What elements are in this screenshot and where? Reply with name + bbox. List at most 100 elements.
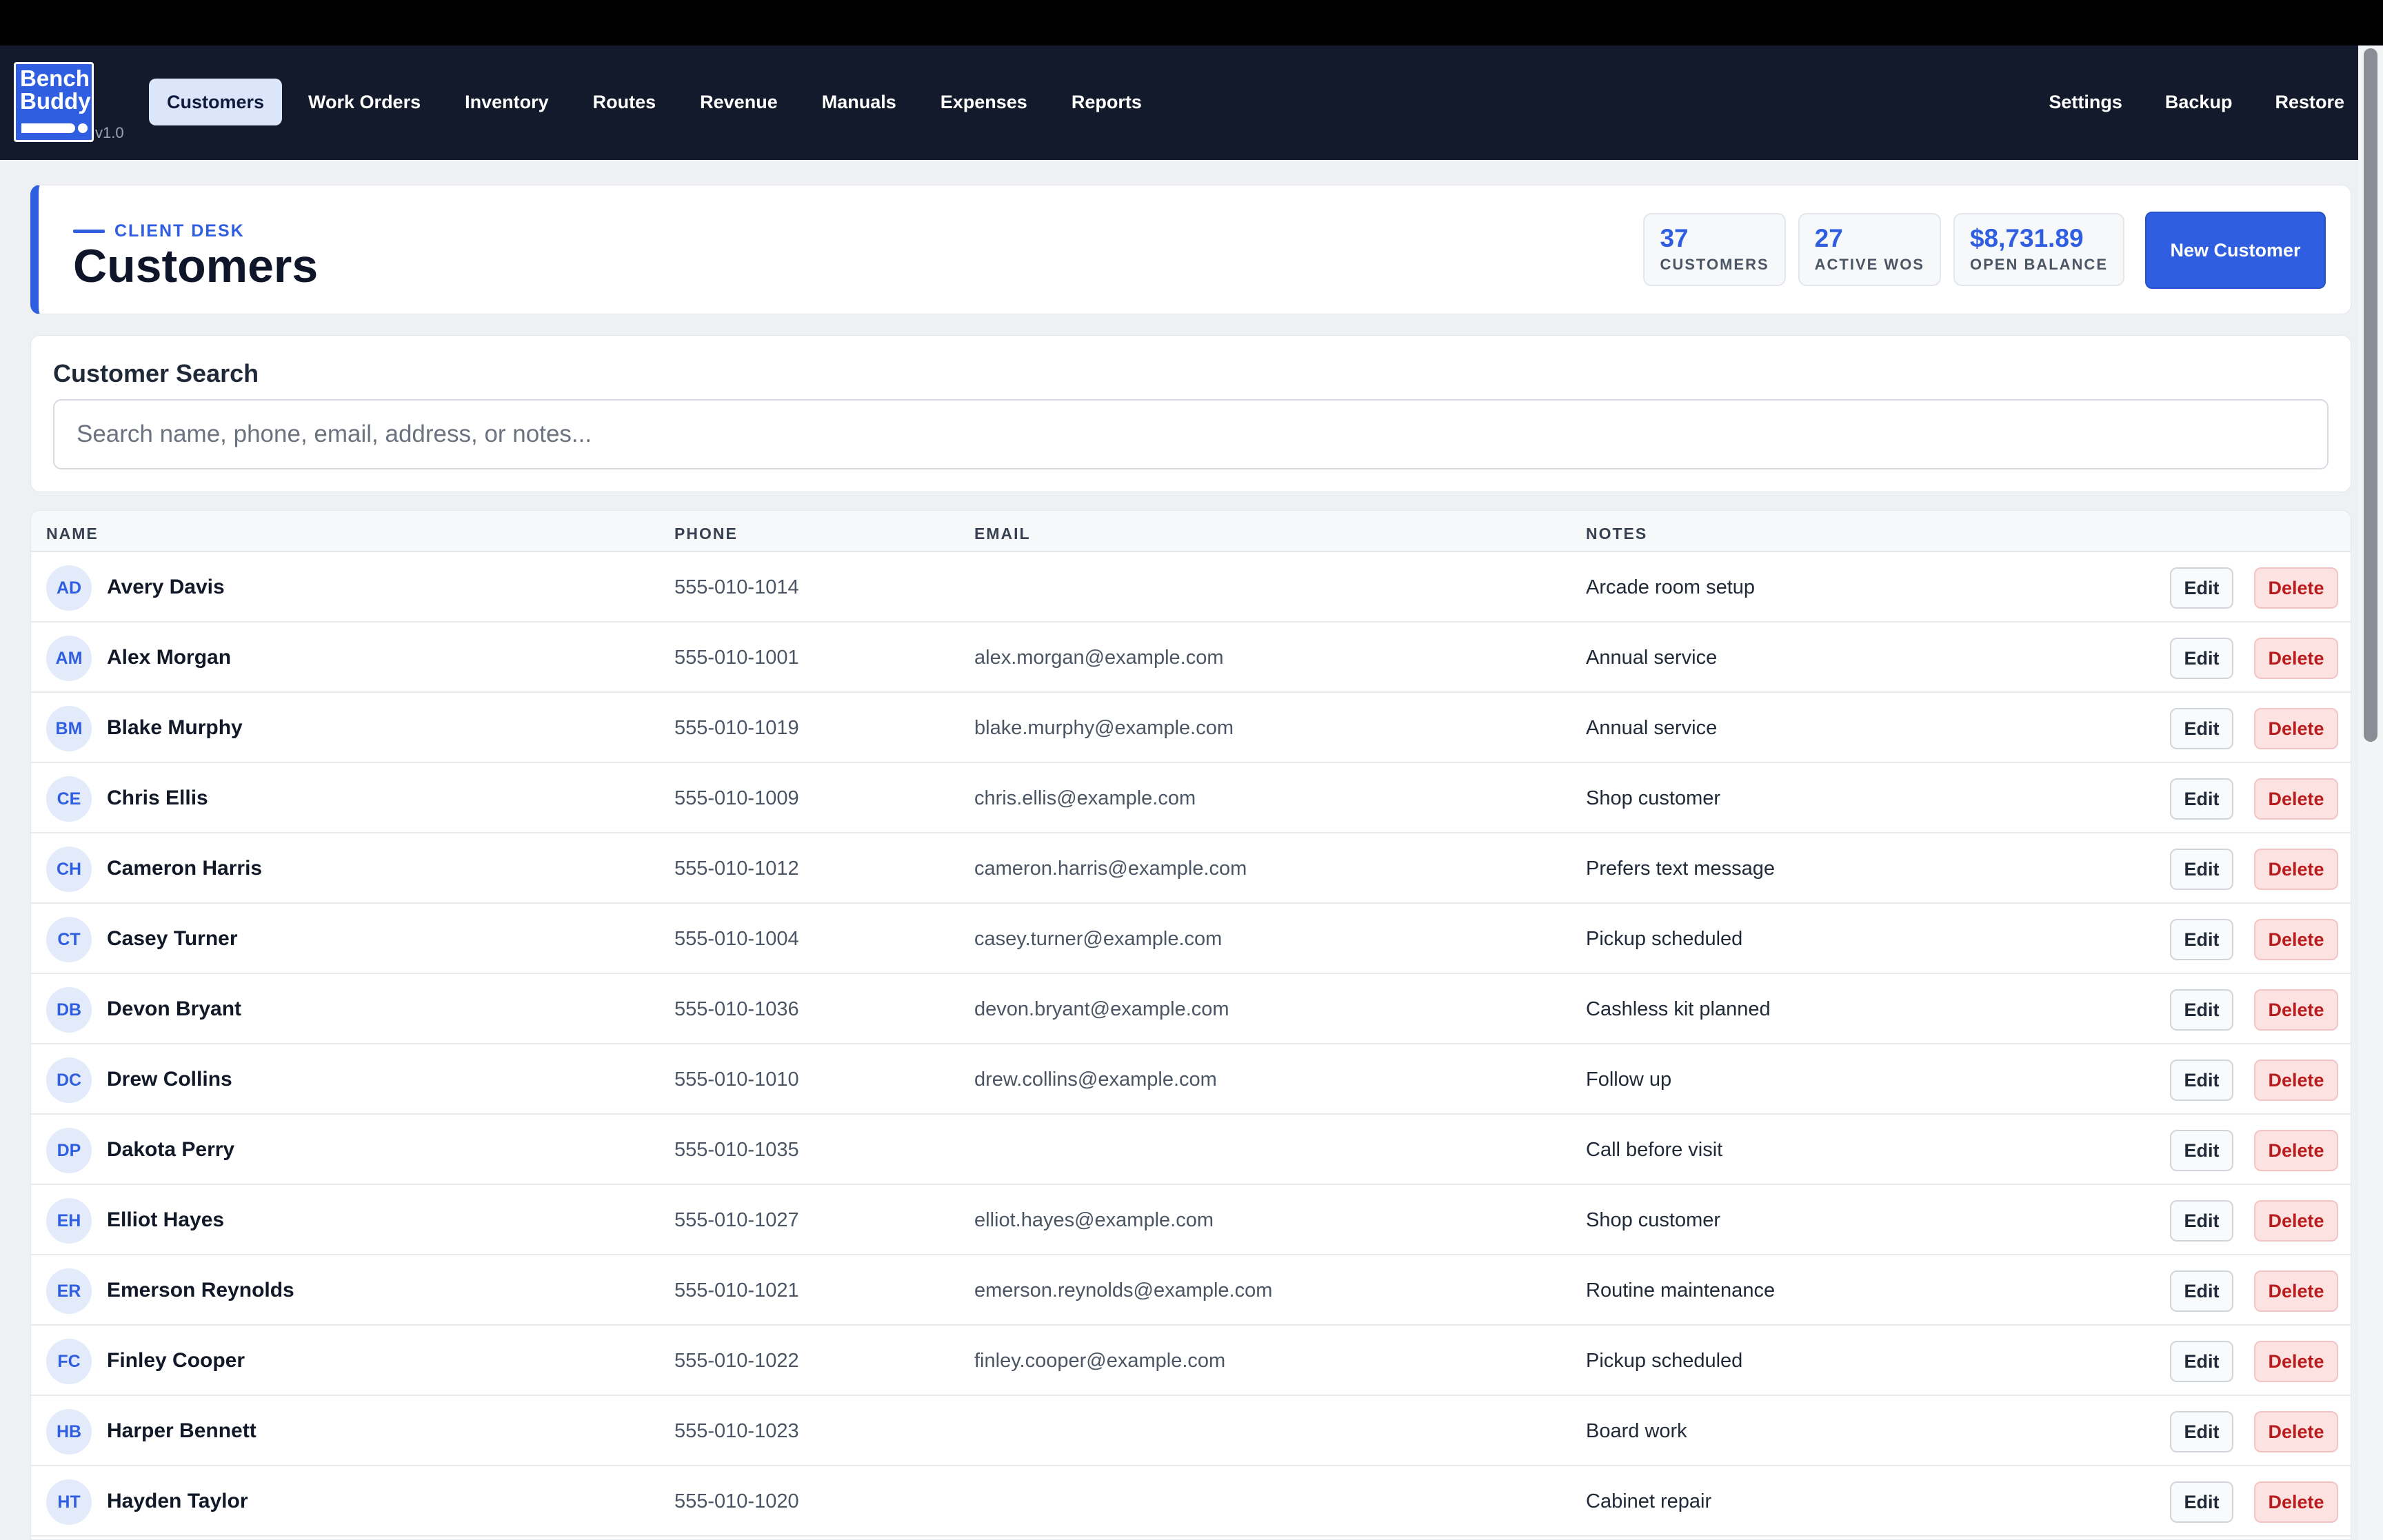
search-input[interactable] (53, 399, 2329, 469)
avatar: CT (46, 917, 92, 962)
edit-button[interactable]: Edit (2170, 778, 2233, 820)
app-version: v1.0 (95, 124, 124, 141)
edit-button[interactable]: Edit (2170, 849, 2233, 890)
customer-notes: Follow up (1586, 1068, 1672, 1091)
customer-name[interactable]: Drew Collins (107, 1068, 232, 1091)
customer-notes: Annual service (1586, 717, 1718, 739)
table-row[interactable]: DP Dakota Perry 555-010-1035 Call before vi… (31, 1115, 2351, 1185)
table-row[interactable]: BM Blake Murphy 555-010-1019 blake.murphy@e… (31, 693, 2351, 763)
delete-button[interactable]: Delete (2254, 1341, 2338, 1382)
delete-button[interactable]: Delete (2254, 567, 2338, 609)
customer-name[interactable]: Devon Bryant (107, 997, 241, 1021)
customer-name[interactable]: Dakota Perry (107, 1138, 234, 1162)
avatar: CE (46, 776, 92, 822)
settings-button[interactable]: Settings (2031, 79, 2140, 125)
stat-value: 37 (1660, 224, 1689, 252)
customer-name[interactable]: Emerson Reynolds (107, 1279, 294, 1302)
delete-button[interactable]: Delete (2254, 638, 2338, 679)
nav-tab-customers[interactable]: Customers (149, 79, 283, 125)
customers-table: NAME PHONE EMAIL NOTES AD Avery Davis 555-… (30, 510, 2351, 1540)
delete-button[interactable]: Delete (2254, 849, 2338, 890)
customer-name[interactable]: Casey Turner (107, 927, 238, 951)
page-scrollbar[interactable] (2358, 45, 2383, 1540)
customer-email: chris.ellis@example.com (974, 787, 1196, 809)
avatar: ER (46, 1268, 92, 1314)
table-row[interactable]: ER Emerson Reynolds 555-010-1021 emerson.re… (31, 1255, 2351, 1326)
table-row[interactable]: HT Hayden Taylor 555-010-1020 Cabinet repai… (31, 1466, 2351, 1537)
table-row[interactable]: DB Devon Bryant 555-010-1036 devon.bryant@e… (31, 974, 2351, 1044)
edit-button[interactable]: Edit (2170, 1060, 2233, 1101)
customer-name[interactable]: Alex Morgan (107, 646, 231, 669)
nav-tab-reports[interactable]: Reports (1054, 79, 1160, 125)
customer-email: elliot.hayes@example.com (974, 1209, 1214, 1231)
edit-button[interactable]: Edit (2170, 1270, 2233, 1312)
app-logo[interactable]: Bench Buddy (14, 62, 94, 142)
edit-button[interactable]: Edit (2170, 1411, 2233, 1452)
new-customer-button[interactable]: New Customer (2145, 212, 2326, 289)
nav-tab-revenue[interactable]: Revenue (682, 79, 796, 125)
edit-button[interactable]: Edit (2170, 638, 2233, 679)
column-header-notes[interactable]: NOTES (1586, 525, 1647, 543)
delete-button[interactable]: Delete (2254, 1270, 2338, 1312)
delete-button[interactable]: Delete (2254, 1411, 2338, 1452)
scrollbar-thumb[interactable] (2364, 48, 2377, 742)
customer-phone: 555-010-1012 (674, 858, 799, 880)
stat-customers: 37 CUSTOMERS (1643, 213, 1786, 286)
edit-button[interactable]: Edit (2170, 1200, 2233, 1242)
customer-name[interactable]: Harper Bennett (107, 1419, 257, 1443)
backup-button[interactable]: Backup (2147, 79, 2251, 125)
customer-name[interactable]: Finley Cooper (107, 1349, 245, 1372)
table-row[interactable]: DC Drew Collins 555-010-1010 drew.collins@e… (31, 1044, 2351, 1115)
restore-button[interactable]: Restore (2257, 79, 2362, 125)
delete-button[interactable]: Delete (2254, 1130, 2338, 1171)
delete-button[interactable]: Delete (2254, 1060, 2338, 1101)
customer-name[interactable]: Avery Davis (107, 576, 225, 599)
stats-group: 37 CUSTOMERS 27 ACTIVE WOS $8,731.89 OPE… (1631, 213, 2124, 286)
logo-dot-icon (78, 123, 88, 133)
delete-button[interactable]: Delete (2254, 1481, 2338, 1523)
customer-name[interactable]: Chris Ellis (107, 787, 208, 810)
stat-value: $8,731.89 (1969, 224, 2084, 252)
customer-name[interactable]: Cameron Harris (107, 857, 262, 880)
eyebrow-line (73, 230, 105, 233)
customer-phone: 555-010-1022 (674, 1350, 799, 1372)
customer-name[interactable]: Hayden Taylor (107, 1490, 248, 1513)
avatar: DC (46, 1057, 92, 1103)
table-row[interactable]: HB Harper Bennett 555-010-1023 Board work Ed… (31, 1396, 2351, 1466)
edit-button[interactable]: Edit (2170, 1341, 2233, 1382)
table-row[interactable]: CH Cameron Harris 555-010-1012 cameron.harr… (31, 833, 2351, 904)
edit-button[interactable]: Edit (2170, 989, 2233, 1031)
nav-tab-routes[interactable]: Routes (575, 79, 674, 125)
edit-button[interactable]: Edit (2170, 919, 2233, 960)
avatar: HB (46, 1409, 92, 1455)
edit-button[interactable]: Edit (2170, 567, 2233, 609)
customer-phone: 555-010-1020 (674, 1490, 799, 1512)
nav-tab-inventory[interactable]: Inventory (447, 79, 567, 125)
nav-tab-work-orders[interactable]: Work Orders (290, 79, 439, 125)
delete-button[interactable]: Delete (2254, 919, 2338, 960)
edit-button[interactable]: Edit (2170, 708, 2233, 749)
table-row[interactable]: CT Casey Turner 555-010-1004 casey.turner@e… (31, 904, 2351, 974)
column-header-name[interactable]: NAME (46, 525, 99, 543)
nav-tab-expenses[interactable]: Expenses (923, 79, 1045, 125)
customer-name[interactable]: Blake Murphy (107, 716, 243, 740)
edit-button[interactable]: Edit (2170, 1130, 2233, 1171)
table-row[interactable]: AM Alex Morgan 555-010-1001 alex.morgan@exa… (31, 622, 2351, 693)
nav-tab-manuals[interactable]: Manuals (804, 79, 914, 125)
delete-button[interactable]: Delete (2254, 708, 2338, 749)
delete-button[interactable]: Delete (2254, 989, 2338, 1031)
customer-name[interactable]: Elliot Hayes (107, 1208, 224, 1232)
table-row[interactable]: FC Finley Cooper 555-010-1022 finley.cooper… (31, 1326, 2351, 1396)
column-header-phone[interactable]: PHONE (674, 525, 738, 543)
delete-button[interactable]: Delete (2254, 778, 2338, 820)
table-row[interactable]: EH Elliot Hayes 555-010-1027 elliot.hayes@e… (31, 1185, 2351, 1255)
table-row[interactable]: CE Chris Ellis 555-010-1009 chris.ellis@exa… (31, 763, 2351, 833)
customer-email: devon.bryant@example.com (974, 998, 1229, 1020)
customer-email: finley.cooper@example.com (974, 1350, 1226, 1372)
column-header-email[interactable]: EMAIL (974, 525, 1031, 543)
customer-phone: 555-010-1019 (674, 717, 799, 739)
edit-button[interactable]: Edit (2170, 1481, 2233, 1523)
delete-button[interactable]: Delete (2254, 1200, 2338, 1242)
table-row[interactable]: AD Avery Davis 555-010-1014 Arcade room set… (31, 552, 2351, 622)
utility-nav: Settings Backup Restore (2024, 79, 2362, 125)
